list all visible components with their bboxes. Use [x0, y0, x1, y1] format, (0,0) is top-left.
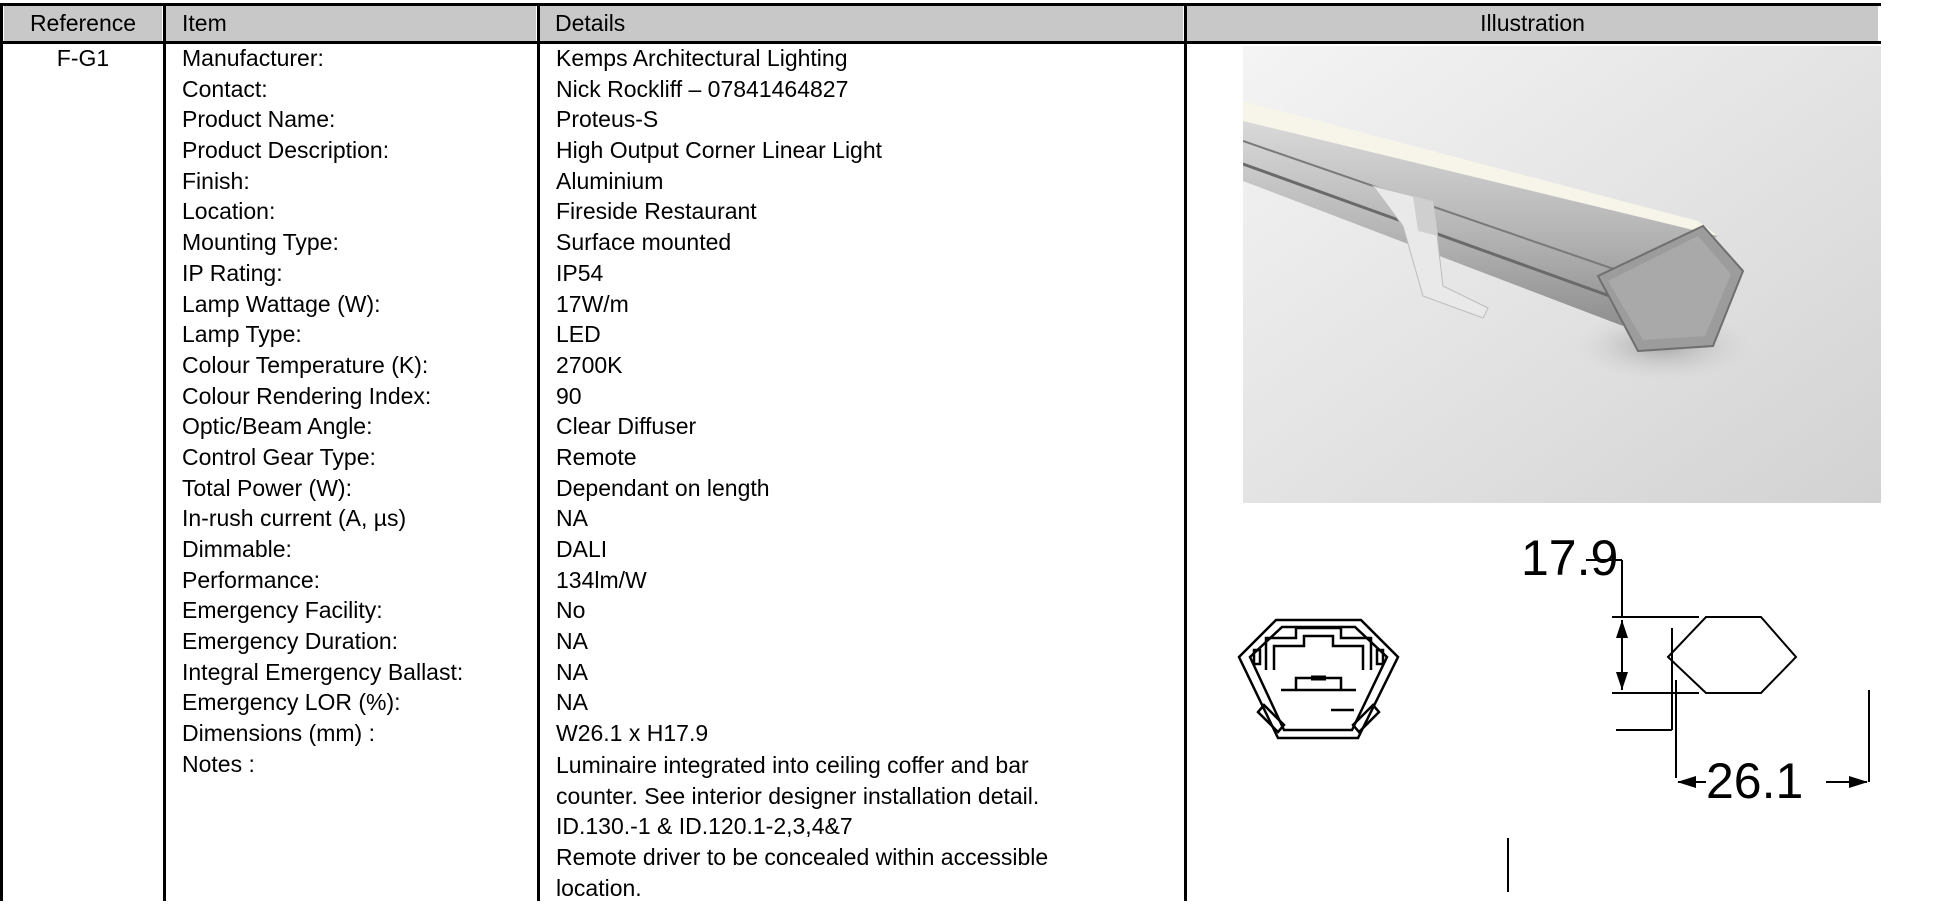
- item-detail: 90: [556, 382, 582, 409]
- height-dimension-label: 17.9: [1521, 530, 1618, 586]
- item-detail: 134lm/W: [556, 566, 647, 593]
- item-detail: Aluminium: [556, 167, 664, 194]
- product-photo: [1243, 46, 1881, 503]
- notes-line: location.: [556, 874, 642, 901]
- item-detail: 2700K: [556, 351, 623, 378]
- item-detail: 17W/m: [556, 290, 629, 317]
- item-detail: Clear Diffuser: [556, 413, 697, 440]
- item-detail: Remote: [556, 443, 637, 470]
- header-illustration: Illustration: [1187, 6, 1878, 41]
- item-detail: Nick Rockliff – 07841464827: [556, 75, 849, 102]
- item-detail: No: [556, 597, 586, 624]
- item-label: Dimmable:: [182, 536, 292, 562]
- dimension-drawing: 17.9 26.1: [1237, 530, 1870, 892]
- item-detail: High Output Corner Linear Light: [556, 137, 883, 164]
- item-detail: NA: [556, 628, 588, 655]
- item-label: Control Gear Type:: [182, 443, 376, 470]
- item-label: Product Description:: [182, 137, 390, 164]
- hexagon-outline: [1666, 616, 1798, 694]
- notes-line: counter. See interior designer installat…: [556, 782, 1040, 809]
- item-label: Lamp Type:: [182, 321, 302, 348]
- item-detail: IP54: [556, 259, 604, 286]
- item-detail: Proteus-S: [556, 106, 659, 133]
- item-label: Colour Temperature (K):: [182, 351, 429, 378]
- table-top-rule: [0, 3, 1881, 6]
- header-details: Details: [540, 6, 1183, 41]
- item-label: Manufacturer:: [182, 45, 324, 71]
- item-detail: LED: [556, 321, 601, 348]
- header-item: Item: [166, 6, 536, 41]
- item-label: Performance:: [182, 566, 321, 593]
- item-label: Emergency Facility:: [182, 597, 383, 624]
- item-label: Emergency Duration:: [182, 628, 399, 655]
- item-label: Colour Rendering Index:: [182, 382, 432, 409]
- notes-text: Luminaire integrated into ceiling coffer…: [556, 750, 1048, 904]
- item-detail: NA: [556, 505, 588, 532]
- item-detail: NA: [556, 689, 588, 716]
- item-detail: Fireside Restaurant: [556, 198, 757, 225]
- item-label: Contact:: [182, 75, 268, 102]
- header-reference: Reference: [4, 6, 162, 41]
- item-label: Dimensions (mm) :: [182, 720, 375, 747]
- column-divider-2: [537, 3, 540, 901]
- item-detail: Kemps Architectural Lighting: [556, 45, 848, 71]
- item-label: Integral Emergency Ballast:: [182, 658, 464, 685]
- notes-line: Luminaire integrated into ceiling coffer…: [556, 752, 1029, 778]
- item-label: Lamp Wattage (W):: [182, 290, 381, 317]
- reference-code: F-G1: [56, 45, 110, 71]
- item-label: Finish:: [182, 167, 250, 194]
- item-label: In-rush current (A, µs): [182, 505, 407, 532]
- item-label: Total Power (W):: [182, 474, 352, 501]
- item-label: Optic/Beam Angle:: [182, 413, 373, 440]
- item-label: Location:: [182, 198, 276, 225]
- item-label: Mounting Type:: [182, 229, 339, 256]
- item-label: Product Name:: [182, 106, 336, 133]
- item-detail: Surface mounted: [556, 229, 732, 256]
- item-label: Notes :: [182, 750, 255, 777]
- item-label: IP Rating:: [182, 259, 283, 286]
- width-dimension-label: 26.1: [1706, 753, 1803, 809]
- item-detail: NA: [556, 658, 588, 685]
- column-divider-3: [1184, 3, 1187, 901]
- item-details: Kemps Architectural Lighting Nick Rocklif…: [556, 43, 882, 780]
- notes-line: ID.130.-1 & ID.120.1-2,3,4&7: [556, 813, 853, 840]
- column-divider-left: [0, 3, 3, 901]
- item-detail: W26.1 x H17.9: [556, 720, 709, 747]
- notes-line: Remote driver to be concealed within acc…: [556, 844, 1049, 871]
- item-detail: DALI: [556, 536, 608, 562]
- item-label: Emergency LOR (%):: [182, 689, 401, 716]
- spec-sheet: Reference Item Details Illustration F-G1…: [0, 0, 1941, 901]
- item-detail: Dependant on length: [556, 474, 770, 501]
- profile-section: [1237, 618, 1400, 740]
- item-labels: Manufacturer: Contact: Product Name: Produc…: [182, 43, 463, 780]
- column-divider-1: [163, 3, 166, 901]
